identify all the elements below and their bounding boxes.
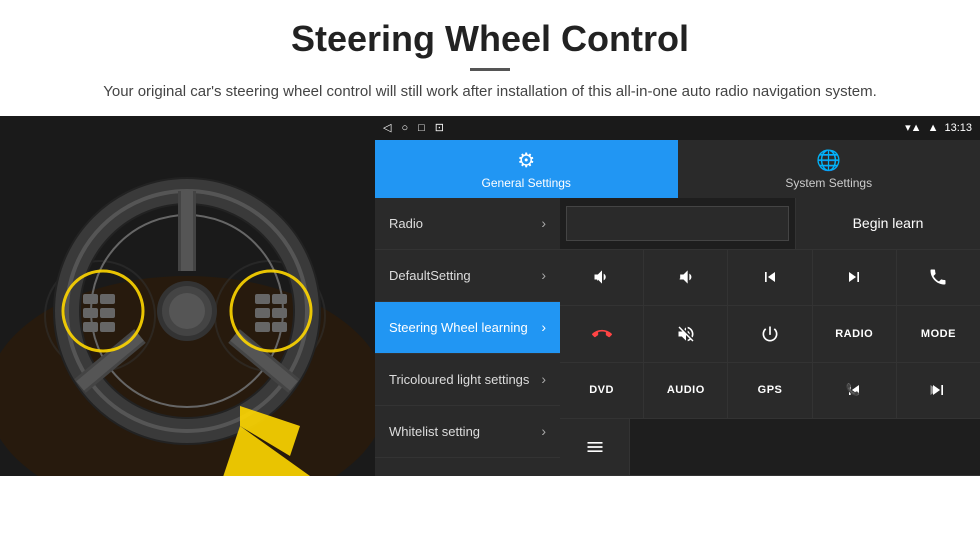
button-grid: + - [560,250,980,476]
signal-icon: ▾▲ [905,121,921,134]
top-row: Begin learn [560,198,980,250]
steering-wheel-image [0,116,375,476]
status-icons: ▾▲ ▲ 13:13 [905,121,972,134]
tab-bar: ⚙ General Settings 🌐 System Settings [375,140,980,198]
phone-button[interactable] [897,250,980,306]
svg-text:📞: 📞 [846,382,861,397]
mode-label: MODE [921,328,956,340]
mute-button[interactable] [644,306,728,362]
time-display: 13:13 [944,122,972,134]
dvd-button[interactable]: DVD [560,363,644,419]
menu-item-radio-label: Radio [389,216,423,231]
content-area: Radio › DefaultSetting › Steering Wheel … [375,198,980,476]
svg-text:+: + [595,274,600,283]
subtitle: Your original car's steering wheel contr… [60,81,920,104]
begin-learn-button[interactable]: Begin learn [795,198,980,249]
menu-radio-chevron: › [541,215,546,231]
tab-general-settings[interactable]: ⚙ General Settings [375,140,678,198]
tab-general-label: General Settings [482,176,571,190]
menu-default-chevron: › [541,267,546,283]
cast-button[interactable]: ⊡ [435,121,444,134]
prev-folder-button[interactable]: 📞 [813,363,897,419]
tab-system-settings[interactable]: 🌐 System Settings [678,140,980,198]
audio-label: AUDIO [667,384,705,396]
radio-label: RADIO [835,328,873,340]
menu-item-radio[interactable]: Radio › [375,198,560,250]
dvd-label: DVD [589,384,614,396]
recent-button[interactable]: □ [418,122,425,134]
gps-label: GPS [758,384,783,396]
menu-item-whitelist[interactable]: Whitelist setting › [375,406,560,458]
hang-up-button[interactable] [560,306,644,362]
prev-track-button[interactable] [728,250,812,306]
menu-item-tricoloured-label: Tricoloured light settings [389,372,529,387]
mode-button[interactable]: MODE [897,306,980,362]
page-title: Steering Wheel Control [60,18,920,60]
tab-system-label: System Settings [785,176,872,190]
status-bar: ◁ ○ □ ⊡ ▾▲ ▲ 13:13 [375,116,980,140]
menu-steering-chevron: › [541,319,546,335]
next-track-button[interactable] [813,250,897,306]
wifi-icon: ▲ [928,122,939,134]
menu-whitelist-chevron: › [541,423,546,439]
system-settings-icon: 🌐 [816,148,841,173]
menu-item-default-label: DefaultSetting [389,268,471,283]
general-settings-icon: ⚙ [517,148,535,173]
key-input-box[interactable] [566,206,789,241]
menu-tricoloured-chevron: › [541,371,546,387]
volume-down-button[interactable]: - [644,250,728,306]
btn-row-4 [560,419,980,476]
next-folder-button[interactable] [897,363,980,419]
menu-item-whitelist-label: Whitelist setting [389,424,480,439]
menu-item-default-setting[interactable]: DefaultSetting › [375,250,560,302]
volume-up-button[interactable]: + [560,250,644,306]
menu-item-steering-wheel[interactable]: Steering Wheel learning › [375,302,560,354]
top-section: Steering Wheel Control Your original car… [0,0,980,116]
btn-row-1: + - [560,250,980,307]
android-ui: ◁ ○ □ ⊡ ▾▲ ▲ 13:13 ⚙ General Settings 🌐 … [375,116,980,476]
begin-learn-label: Begin learn [853,215,924,231]
menu-item-tricoloured[interactable]: Tricoloured light settings › [375,354,560,406]
home-button[interactable]: ○ [401,122,408,134]
radio-button[interactable]: RADIO [813,306,897,362]
btn-row-3: DVD AUDIO GPS 📞 [560,363,980,420]
left-menu: Radio › DefaultSetting › Steering Wheel … [375,198,560,476]
btn-row-2: RADIO MODE [560,306,980,363]
main-content: ◁ ○ □ ⊡ ▾▲ ▲ 13:13 ⚙ General Settings 🌐 … [0,116,980,476]
right-panel: Begin learn + - [560,198,980,476]
back-button[interactable]: ◁ [383,121,391,134]
title-divider [470,68,510,71]
gps-button[interactable]: GPS [728,363,812,419]
menu-icon-button[interactable] [560,419,630,475]
menu-item-steering-label: Steering Wheel learning [389,320,528,335]
nav-buttons: ◁ ○ □ ⊡ [383,121,444,134]
power-button[interactable] [728,306,812,362]
audio-button[interactable]: AUDIO [644,363,728,419]
